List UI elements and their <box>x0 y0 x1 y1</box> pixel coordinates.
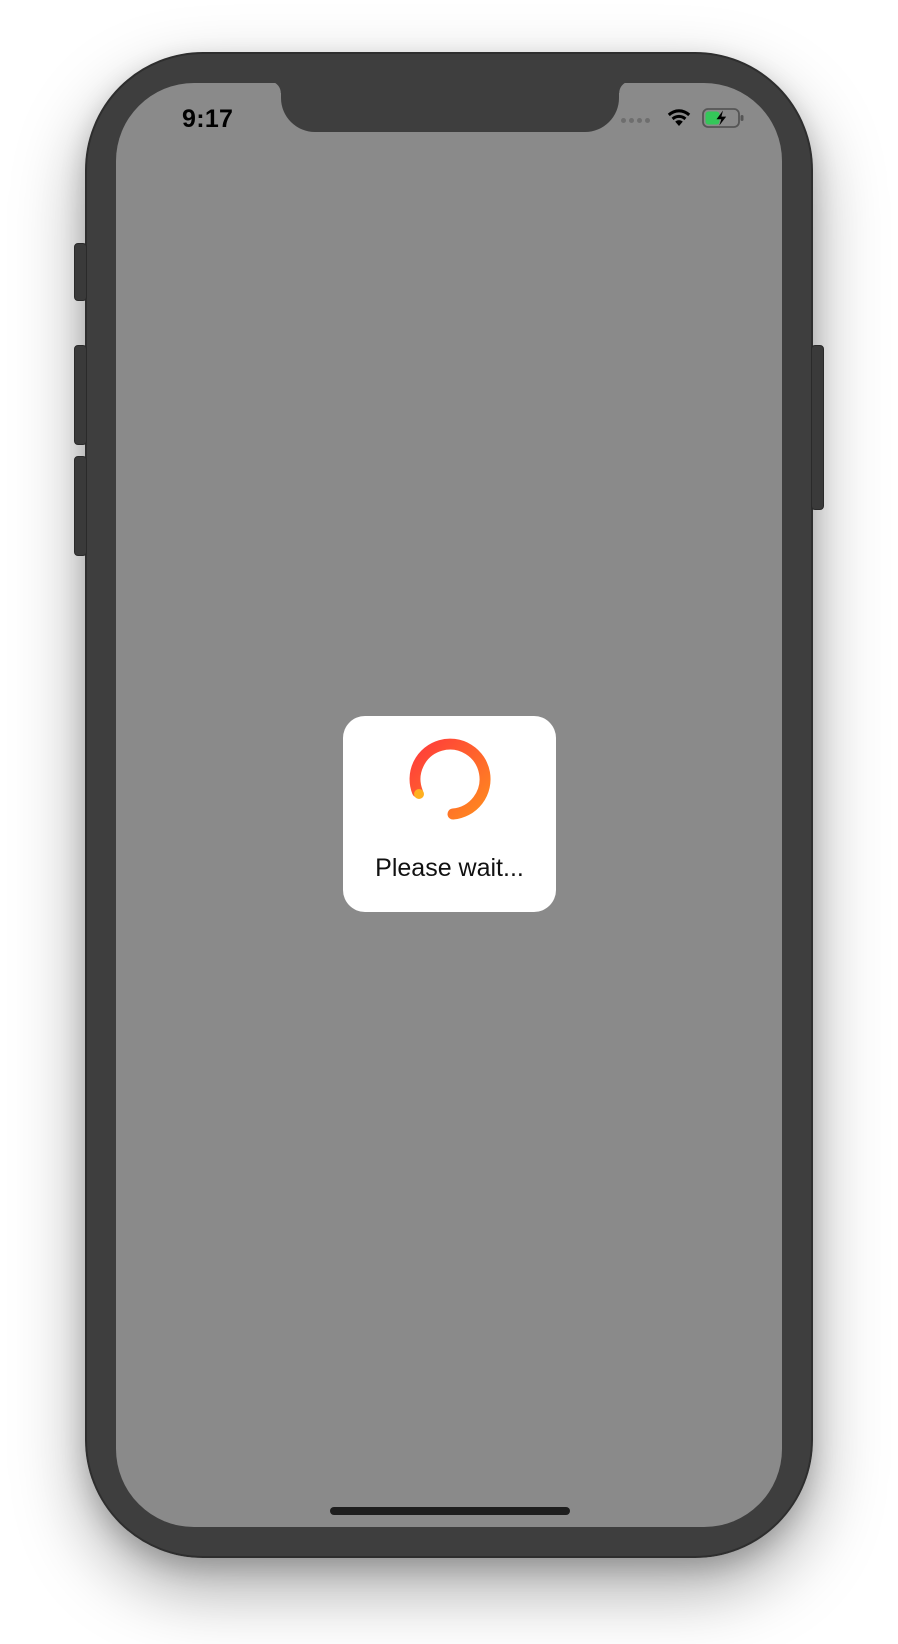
power-button[interactable] <box>811 345 824 510</box>
wifi-icon <box>666 108 692 133</box>
device-stage: 9:17 Please wait... <box>0 0 898 1644</box>
phone-screen: 9:17 Please wait... <box>116 83 782 1527</box>
home-indicator[interactable] <box>330 1507 570 1515</box>
battery-charging-icon <box>702 107 746 134</box>
volume-up-button[interactable] <box>74 345 87 445</box>
status-time: 9:17 <box>182 105 234 133</box>
mute-switch[interactable] <box>74 243 87 301</box>
status-icons <box>621 107 746 133</box>
loading-message: Please wait... <box>375 854 524 882</box>
loading-spinner-icon <box>405 734 495 824</box>
loading-hud: Please wait... <box>343 716 556 912</box>
notch <box>269 83 631 132</box>
signal-dots-icon <box>621 117 650 123</box>
volume-down-button[interactable] <box>74 456 87 556</box>
